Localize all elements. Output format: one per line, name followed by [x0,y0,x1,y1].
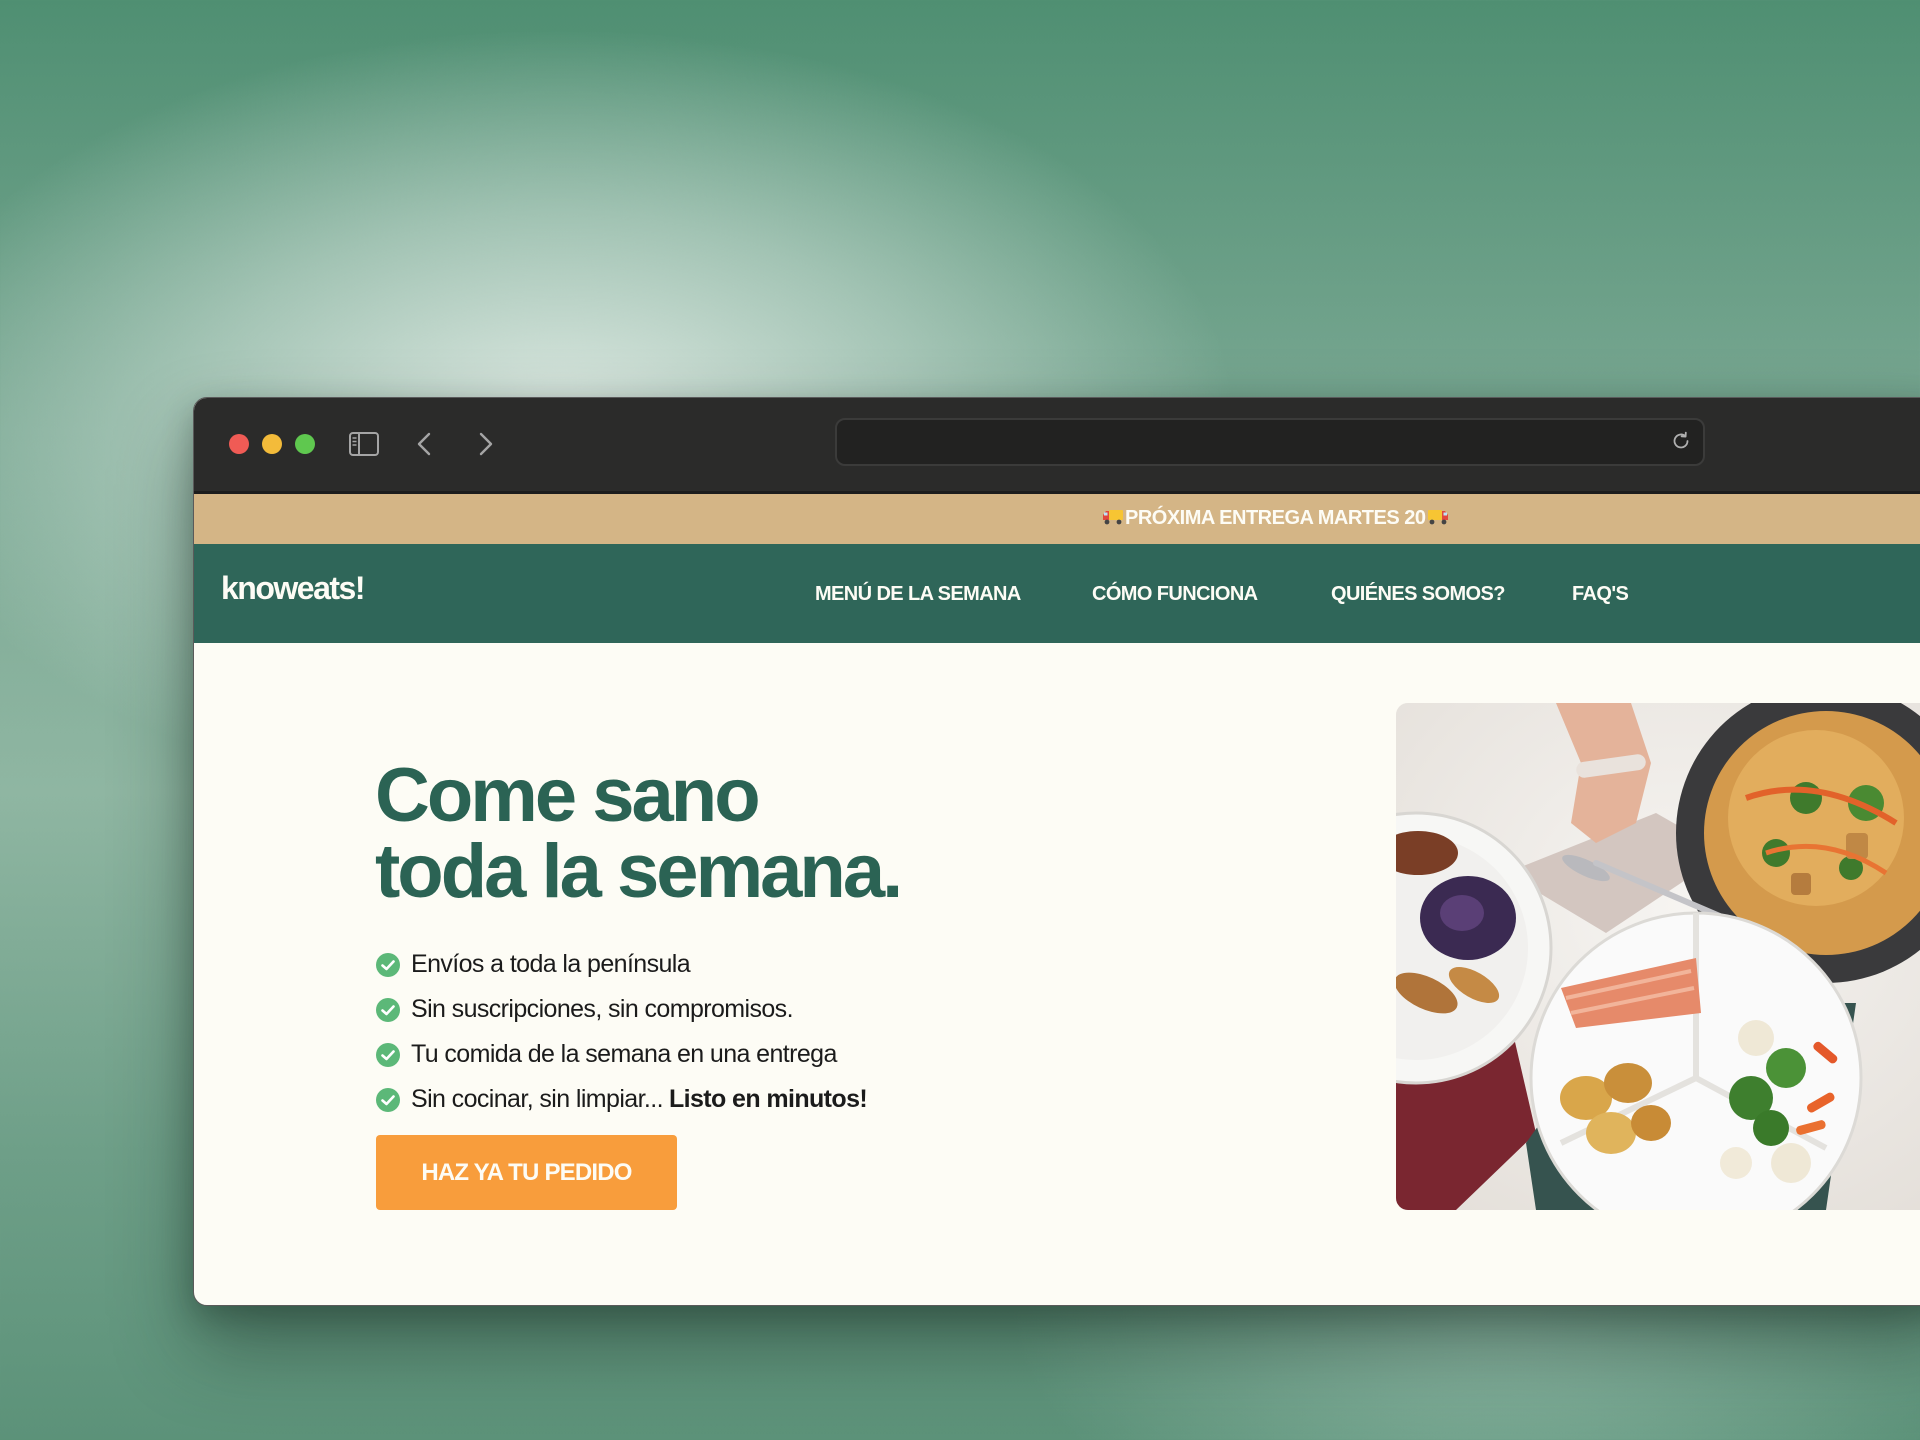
forward-arrow-icon[interactable] [467,426,503,462]
order-now-button[interactable]: HAZ YA TU PEDIDO [376,1135,677,1210]
hero-title: Come sano toda la semana. [375,753,903,914]
nav-link-como-funciona[interactable]: CÓMO FUNCIONA [1092,583,1258,606]
feature-item: Tu comida de la semana en una entrega [375,1032,867,1077]
meal-plates-illustration [1396,703,1920,1210]
feature-item: Envíos a toda la península [375,942,867,987]
sidebar-toggle-icon[interactable] [346,426,382,462]
nav-link-faqs[interactable]: FAQ'S [1572,583,1629,606]
check-circle-icon [376,952,400,977]
feature-text: Envíos a toda la península [411,950,691,978]
feature-item: Sin suscripciones, sin compromisos. [375,987,867,1032]
brand-logo[interactable]: knoweats! [221,570,365,607]
announcement-text: PRÓXIMA ENTREGA MARTES 20 [1125,507,1426,529]
hero-food-image [1396,703,1920,1210]
truck-icon [1103,510,1123,525]
hero-title-line-2: toda la semana. [375,829,903,914]
back-arrow-icon[interactable] [407,426,443,462]
nav-link-quienes-somos[interactable]: QUIÉNES SOMOS? [1331,583,1505,606]
reload-icon[interactable] [1669,429,1693,453]
announcement-bar: PRÓXIMA ENTREGA MARTES 20 [194,494,1920,544]
truck-icon [1427,510,1448,525]
main-navigation: knoweats! MENÚ DE LA SEMANA CÓMO FUNCION… [194,544,1920,643]
check-circle-icon [376,1042,400,1067]
browser-window: PRÓXIMA ENTREGA MARTES 20 knoweats! MENÚ… [193,397,1920,1306]
feature-text: Sin cocinar, sin limpiar... [411,1085,664,1113]
feature-text: Sin suscripciones, sin compromisos. [411,995,794,1023]
browser-titlebar [194,398,1920,494]
feature-item: Sin cocinar, sin limpiar... Listo en minu… [375,1077,868,1122]
address-bar[interactable] [835,418,1705,466]
check-circle-icon [376,1087,400,1112]
maximize-window-button[interactable] [295,434,315,454]
feature-list: Envíos a toda la península Sin suscripci… [375,942,868,1122]
hero-title-line-1: Come sano [375,753,761,838]
feature-text-bold: Listo en minutos! [668,1085,868,1113]
minimize-window-button[interactable] [262,434,282,454]
check-circle-icon [376,997,400,1022]
close-window-button[interactable] [229,434,249,454]
nav-link-menu-semana[interactable]: MENÚ DE LA SEMANA [815,583,1021,606]
feature-text: Tu comida de la semana en una entrega [411,1040,837,1068]
